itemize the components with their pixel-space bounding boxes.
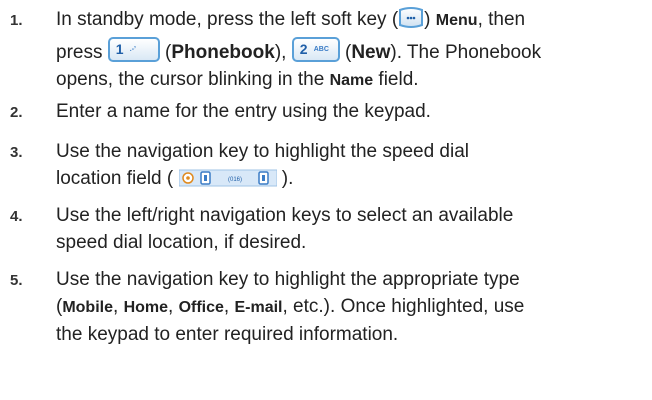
step-text: In standby mode, press the left soft key…	[56, 7, 542, 90]
speed-dial-field-icon: (016)	[178, 168, 278, 196]
step-text: Use the navigation key to highlight the …	[56, 138, 646, 196]
office-label: Office	[178, 299, 224, 316]
left-soft-key-icon	[398, 7, 424, 37]
step-number: 1.	[10, 12, 23, 29]
home-label: Home	[123, 299, 169, 316]
mobile-label: Mobile	[62, 299, 113, 316]
name-field-label: Name	[329, 72, 374, 89]
phonebook-label: Phonebook	[171, 42, 275, 63]
key-2-icon: 2 ABC	[291, 37, 340, 62]
svg-text:(016): (016)	[228, 177, 242, 183]
step-text: Use the navigation key to highlight the …	[56, 269, 525, 345]
step-number: 4.	[10, 208, 23, 225]
key-1-icon: 1 .-’	[107, 37, 160, 62]
email-label: E-mail	[234, 299, 283, 316]
step-text: Use the left/right navigation keys to se…	[56, 205, 514, 253]
step-text: Enter a name for the entry using the key…	[56, 101, 431, 122]
step-number: 5.	[10, 272, 23, 289]
step-number: 3.	[10, 144, 23, 161]
new-label: New	[351, 42, 391, 63]
instruction-list: 1. In standby mode, press the left soft …	[0, 0, 652, 400]
step-number: 2.	[10, 104, 23, 121]
menu-label: Menu	[435, 12, 478, 29]
